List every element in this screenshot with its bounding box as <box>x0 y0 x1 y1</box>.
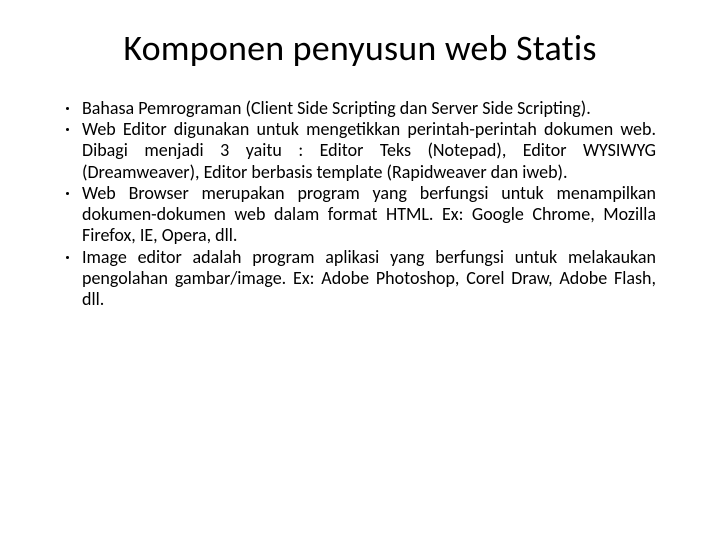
slide: Komponen penyusun web Statis Bahasa Pemr… <box>0 0 720 540</box>
slide-title: Komponen penyusun web Statis <box>54 26 666 70</box>
bullet-list: Bahasa Pemrograman (Client Side Scriptin… <box>54 98 666 310</box>
list-item: Image editor adalah program aplikasi yan… <box>60 247 656 311</box>
list-item: Web Browser merupakan program yang berfu… <box>60 183 656 247</box>
list-item: Web Editor digunakan untuk mengetikkan p… <box>60 119 656 183</box>
list-item: Bahasa Pemrograman (Client Side Scriptin… <box>60 98 656 119</box>
